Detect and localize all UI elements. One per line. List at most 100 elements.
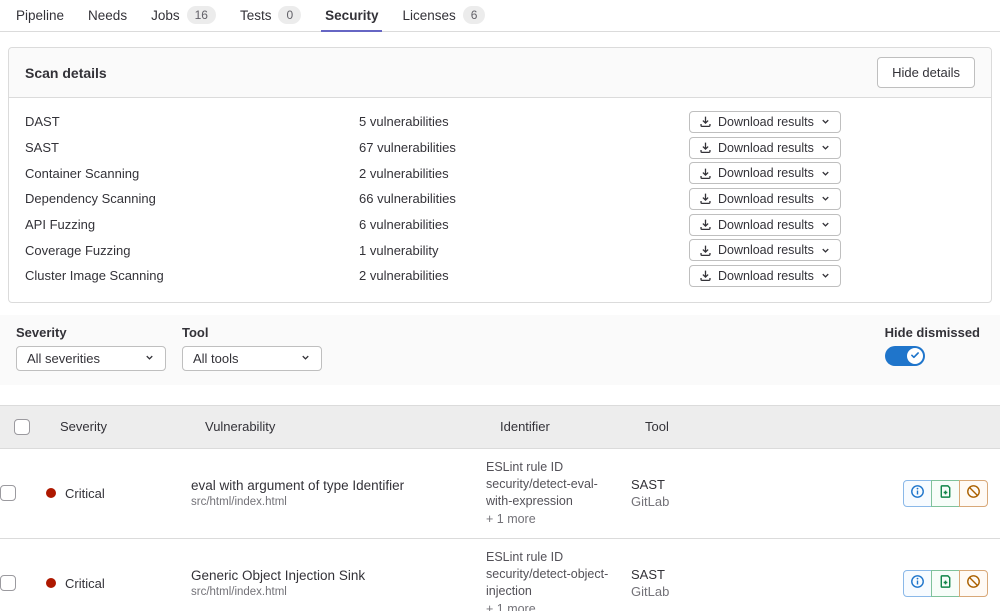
chevron-down-icon: [820, 193, 831, 204]
vulnerability-title-link[interactable]: Generic Object Injection Sink: [191, 568, 486, 583]
check-icon: [910, 348, 920, 363]
download-results-label: Download results: [718, 115, 814, 129]
download-results-label: Download results: [718, 269, 814, 283]
download-icon: [699, 141, 712, 154]
scan-name: Dependency Scanning: [25, 191, 359, 206]
download-results-button[interactable]: Download results: [689, 265, 841, 287]
hide-details-button[interactable]: Hide details: [877, 57, 975, 88]
critical-severity-icon: [46, 578, 56, 588]
hide-dismissed-toggle[interactable]: [885, 346, 925, 366]
tab-licenses[interactable]: Licenses6: [398, 0, 489, 32]
scan-row: DAST 5 vulnerabilities Download results: [25, 109, 975, 135]
scan-vulnerability-count: 1 vulnerability: [359, 243, 689, 258]
more-info-button[interactable]: [903, 480, 932, 507]
download-icon: [699, 269, 712, 282]
scan-vulnerability-count: 2 vulnerabilities: [359, 268, 689, 283]
tool-name: SAST: [631, 476, 746, 493]
tab-pipeline[interactable]: Pipeline: [12, 0, 68, 32]
column-header-severity: Severity: [60, 419, 205, 434]
scan-name: Coverage Fuzzing: [25, 243, 359, 258]
create-issue-button[interactable]: [931, 480, 960, 507]
scan-details-body: DAST 5 vulnerabilities Download results …: [9, 98, 991, 302]
identifier-text: ESLint rule ID security/detect-object-in…: [486, 549, 621, 600]
scan-name: SAST: [25, 140, 359, 155]
tab-needs[interactable]: Needs: [84, 0, 131, 32]
chevron-down-icon: [820, 116, 831, 127]
scan-row: Dependency Scanning 66 vulnerabilities D…: [25, 186, 975, 212]
tool-cell: SAST GitLab: [631, 476, 746, 510]
download-results-label: Download results: [718, 218, 814, 232]
information-icon: [910, 574, 925, 592]
create-issue-button[interactable]: [931, 570, 960, 597]
hide-dismissed-label: Hide dismissed: [885, 325, 980, 340]
download-results-button[interactable]: Download results: [689, 162, 841, 184]
download-results-label: Download results: [718, 192, 814, 206]
chevron-down-icon: [820, 245, 831, 256]
select-all-checkbox[interactable]: [14, 419, 30, 435]
tab-label: Jobs: [151, 8, 180, 23]
identifier-text: ESLint rule ID security/detect-eval-with…: [486, 459, 621, 510]
tab-count-badge: 6: [463, 6, 486, 24]
scan-vulnerability-count: 2 vulnerabilities: [359, 166, 689, 181]
chevron-down-icon: [820, 219, 831, 230]
vulnerability-title-link[interactable]: eval with argument of type Identifier: [191, 478, 486, 493]
severity-label: Critical: [65, 576, 105, 591]
row-checkbox[interactable]: [0, 485, 16, 501]
tab-label: Tests: [240, 8, 272, 23]
hide-dismissed-group: Hide dismissed: [885, 325, 980, 371]
create-issue-icon: [938, 574, 953, 592]
information-icon: [910, 484, 925, 502]
chevron-down-icon: [820, 270, 831, 281]
tab-label: Needs: [88, 8, 127, 23]
tool-filter-value: All tools: [193, 351, 239, 366]
tool-filter-group: Tool All tools: [182, 325, 322, 371]
tool-filter-dropdown[interactable]: All tools: [182, 346, 322, 371]
critical-severity-icon: [46, 488, 56, 498]
table-header-row: Severity Vulnerability Identifier Tool: [0, 405, 1000, 449]
filter-bar: Severity All severities Tool All tools H…: [0, 315, 1000, 385]
download-results-button[interactable]: Download results: [689, 239, 841, 261]
scan-vulnerability-count: 66 vulnerabilities: [359, 191, 689, 206]
download-results-button[interactable]: Download results: [689, 111, 841, 133]
row-checkbox[interactable]: [0, 575, 16, 591]
more-info-button[interactable]: [903, 570, 932, 597]
identifier-more-link[interactable]: + 1 more: [486, 511, 621, 528]
severity-filter-dropdown[interactable]: All severities: [16, 346, 166, 371]
dismiss-vulnerability-button[interactable]: [959, 570, 988, 597]
vulnerability-location: src/html/index.html: [191, 496, 486, 508]
download-icon: [699, 192, 712, 205]
create-issue-icon: [938, 484, 953, 502]
identifier-more-link[interactable]: + 1 more: [486, 601, 621, 611]
download-results-button[interactable]: Download results: [689, 188, 841, 210]
download-results-button[interactable]: Download results: [689, 214, 841, 236]
download-icon: [699, 218, 712, 231]
scan-row: Cluster Image Scanning 2 vulnerabilities…: [25, 263, 975, 289]
severity-filter-group: Severity All severities: [16, 325, 166, 371]
download-results-label: Download results: [718, 243, 814, 257]
scanner-vendor: GitLab: [631, 583, 746, 600]
chevron-down-icon: [820, 142, 831, 153]
tool-filter-label: Tool: [182, 325, 322, 340]
tab-tests[interactable]: Tests 0: [236, 0, 305, 32]
vulnerability-cell: eval with argument of type Identifier sr…: [191, 478, 486, 508]
dismiss-vulnerability-button[interactable]: [959, 480, 988, 507]
toggle-knob: [907, 348, 923, 364]
row-actions: [903, 480, 988, 507]
vulnerability-report-table: Severity Vulnerability Identifier Tool C…: [0, 405, 1000, 611]
download-results-button[interactable]: Download results: [689, 137, 841, 159]
tab-label: Security: [325, 8, 378, 23]
scan-vulnerability-count: 67 vulnerabilities: [359, 140, 689, 155]
tab-count-badge: 0: [278, 6, 301, 24]
chevron-down-icon: [300, 351, 311, 366]
download-results-label: Download results: [718, 166, 814, 180]
tab-jobs[interactable]: Jobs 16: [147, 0, 220, 32]
table-row: Critical eval with argument of type Iden…: [0, 449, 1000, 539]
tab-security[interactable]: Security: [321, 0, 382, 32]
tab-count-badge: 16: [187, 6, 216, 24]
chevron-down-icon: [820, 168, 831, 179]
scan-name: Container Scanning: [25, 166, 359, 181]
scanner-vendor: GitLab: [631, 493, 746, 510]
severity-filter-label: Severity: [16, 325, 166, 340]
scan-name: Cluster Image Scanning: [25, 268, 359, 283]
dismiss-icon: [966, 574, 981, 592]
